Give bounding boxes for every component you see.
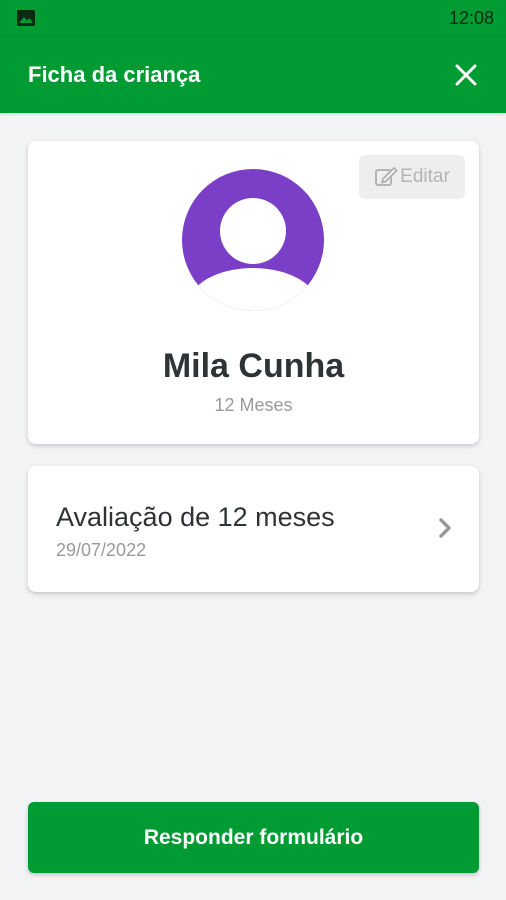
page-title: Ficha da criança — [28, 61, 201, 87]
evaluation-date: 29/07/2022 — [56, 540, 147, 560]
image-icon — [16, 8, 36, 28]
close-icon — [455, 64, 477, 85]
status-time: 12:08 — [448, 7, 494, 28]
respond-form-button[interactable]: Responder formulário — [28, 802, 479, 873]
status-bar: 12:08 — [0, 0, 506, 36]
evaluation-card[interactable]: Avaliação de 12 meses 29/07/2022 — [28, 466, 479, 592]
evaluation-title: Avaliação de 12 meses — [56, 502, 335, 532]
close-button[interactable] — [448, 57, 484, 93]
chevron-right-icon — [439, 518, 451, 538]
edit-button[interactable]: Editar — [359, 155, 465, 199]
child-name: Mila Cunha — [162, 347, 345, 385]
edit-label: Editar — [400, 166, 450, 187]
edit-icon — [375, 167, 398, 186]
profile-card: Editar Mila Cunha 12 Meses — [28, 141, 479, 444]
child-age: 12 Meses — [214, 395, 293, 415]
app-bar: Ficha da criança — [0, 36, 506, 113]
avatar — [182, 169, 324, 311]
